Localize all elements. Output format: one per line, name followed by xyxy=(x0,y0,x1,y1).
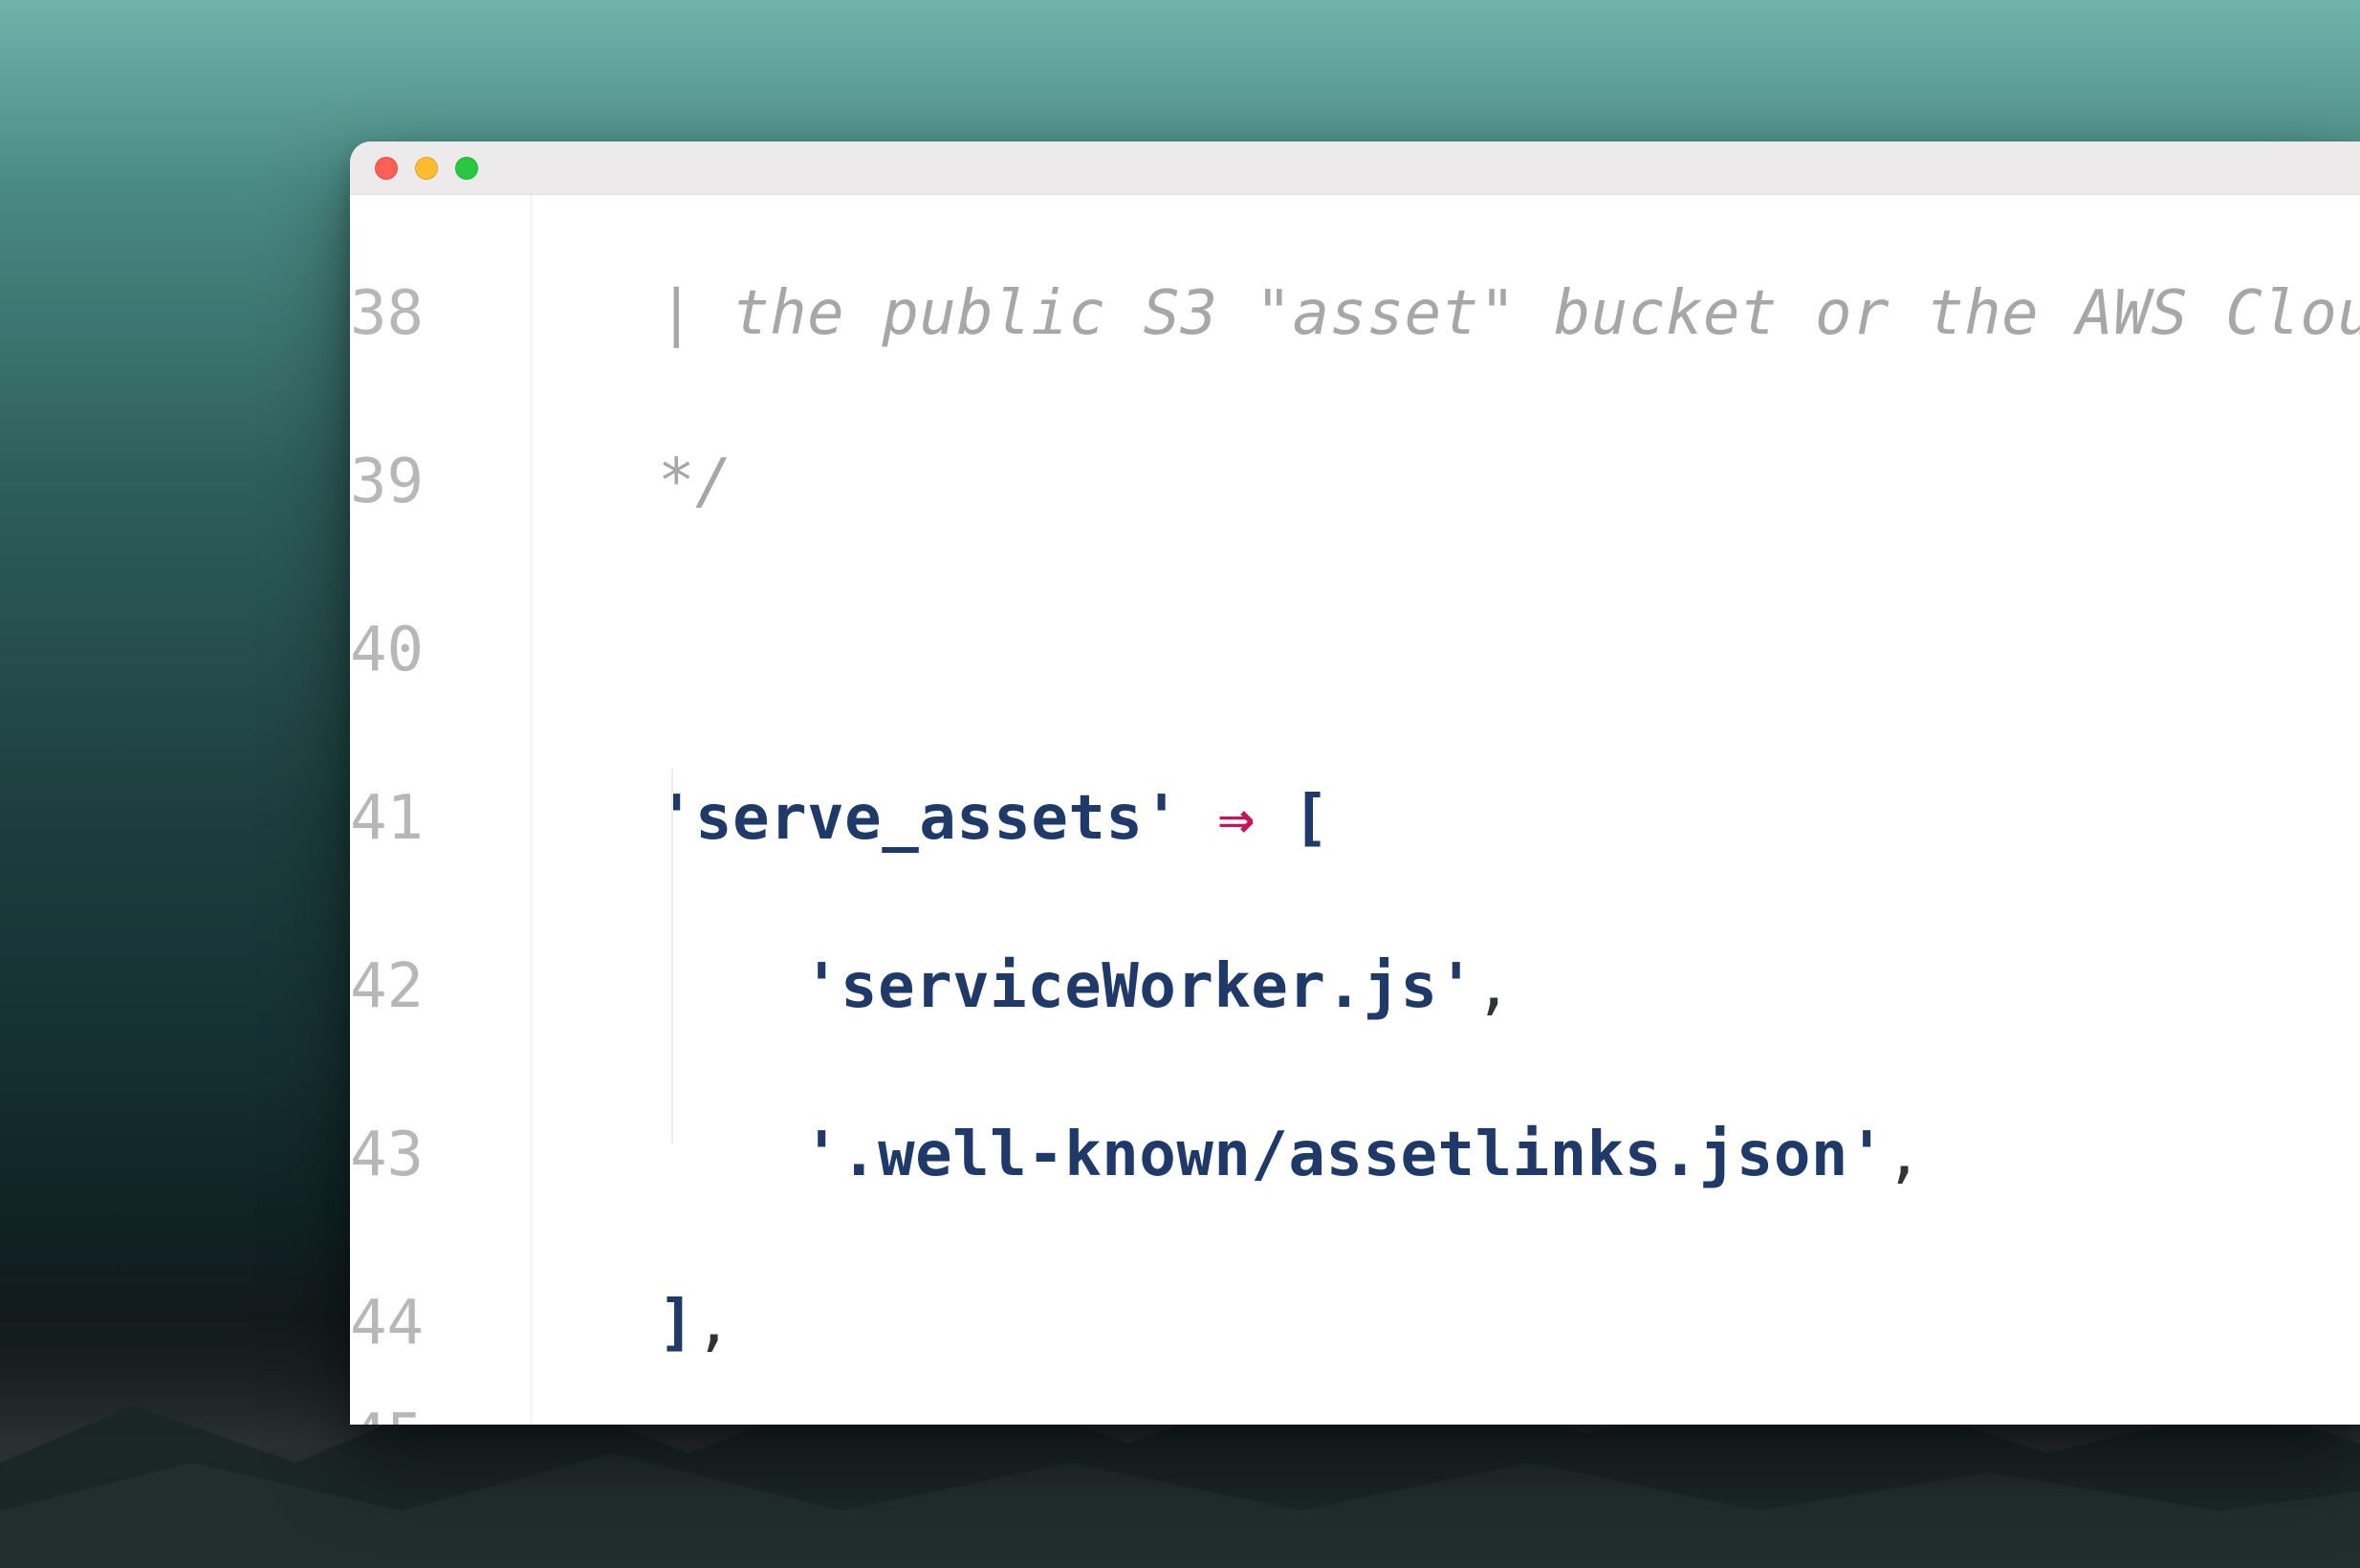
code-editor[interactable]: 38 39 40 41 42 43 44 45 | the public S3 … xyxy=(350,195,2360,1425)
comma: , xyxy=(1886,1124,1923,1186)
line-number: 44 xyxy=(350,1288,424,1359)
line-number: 40 xyxy=(350,615,424,686)
window-minimize-button[interactable] xyxy=(415,157,438,180)
comma: , xyxy=(1475,956,1513,1017)
bracket-open: [ xyxy=(1293,788,1330,849)
code-line[interactable]: | the public S3 "asset" bucket or the AW… xyxy=(585,229,2360,398)
bracket-close: ] xyxy=(658,1293,695,1354)
string-literal: '.well-known/assetlinks.json' xyxy=(803,1124,1886,1186)
code-content[interactable]: | the public S3 "asset" bucket or the AW… xyxy=(532,195,2360,1425)
code-line[interactable]: 'serviceWorker.js', xyxy=(585,903,2360,1071)
code-line[interactable]: '.well-known/assetlinks.json', xyxy=(585,1071,2360,1239)
window-titlebar xyxy=(350,142,2360,195)
comma: , xyxy=(695,1293,732,1354)
indent-guide xyxy=(671,769,673,1143)
code-line[interactable]: 'serve_assets' ⇒ [ xyxy=(585,734,2360,903)
code-line[interactable]: ], xyxy=(585,1239,2360,1407)
window-zoom-button[interactable] xyxy=(455,157,478,180)
line-number: 38 xyxy=(350,278,424,349)
fat-arrow: ⇒ xyxy=(1180,788,1292,849)
array-key: 'serve_assets' xyxy=(658,788,1180,849)
line-number: 41 xyxy=(350,783,424,854)
editor-window: 38 39 40 41 42 43 44 45 | the public S3 … xyxy=(350,142,2360,1425)
line-number: 43 xyxy=(350,1120,424,1190)
line-number: 45 xyxy=(350,1407,424,1425)
comment-text: | the public S3 "asset" bucket or the AW… xyxy=(658,283,2360,344)
string-literal: 'serviceWorker.js' xyxy=(803,956,1475,1017)
window-close-button[interactable] xyxy=(375,157,398,180)
code-line-blank[interactable] xyxy=(585,566,2360,734)
line-number-gutter: 38 39 40 41 42 43 44 45 xyxy=(350,195,532,1425)
line-number: 42 xyxy=(350,951,424,1022)
code-line[interactable]: */ xyxy=(585,398,2360,566)
line-number: 39 xyxy=(350,446,424,517)
comment-text: */ xyxy=(658,451,732,512)
